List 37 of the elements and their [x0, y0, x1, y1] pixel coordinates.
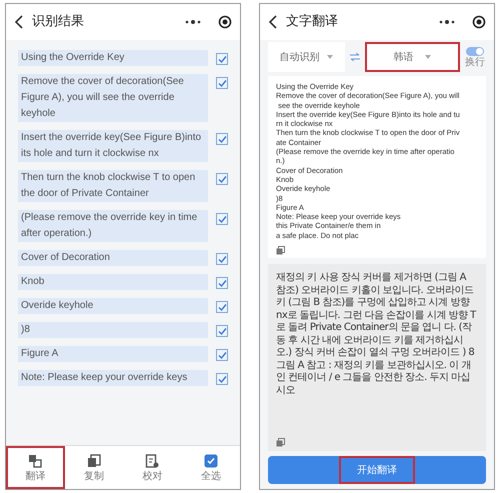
language-dropdown[interactable]: 自动识别 — [268, 42, 345, 72]
more-icon[interactable] — [184, 19, 202, 25]
caret-icon — [425, 55, 432, 59]
record-icon[interactable] — [218, 15, 232, 29]
copy-icon[interactable] — [276, 438, 285, 447]
toggle-switch[interactable] — [466, 46, 484, 56]
back-icon[interactable] — [268, 15, 278, 29]
toolbar-button[interactable]: 全选 — [182, 446, 240, 489]
page-title: 识别结果 — [32, 13, 84, 32]
more-icon[interactable] — [438, 19, 456, 25]
checkbox[interactable] — [216, 325, 228, 337]
toolbar-button[interactable]: 翻译 — [6, 446, 64, 489]
checkbox[interactable] — [216, 301, 228, 313]
checkbox[interactable] — [216, 213, 228, 225]
checkbox[interactable] — [216, 53, 228, 65]
document-check-icon — [145, 454, 160, 468]
translate-icon — [28, 454, 42, 468]
checkbox[interactable] — [216, 373, 228, 385]
translation-text: 재정의 키 사용 장식 커버를 제거하면 (그림 A 참조) 오버라이드 키홀이 보입니다. 오버라이드 키 (그림 B 참조)를 구멍에 삽입하고 시계 방향 nx로 돌립니다. 그런 다음 손잡이를 시계 방향 T로 돌려 Private Container의 문을 엽니 다. (작동 후 시간 내에 오버라이드 키를 제거하십시오.) 장식 커버 손잡이 열쇠 구멍 오버라이드 ) 8 그림 A 참고 : 재정의 키를 보관하십시오. 이 개인 컨테이너 / e 그들을 안전한 장소. 두지 마십시오 — [276, 272, 478, 397]
copy-icon[interactable] — [276, 246, 285, 255]
checkbox[interactable] — [216, 253, 228, 265]
toggle-label: 换行 — [465, 58, 485, 68]
record-icon[interactable] — [472, 15, 486, 29]
copy-icon — [86, 454, 101, 468]
toolbar-button[interactable]: 校对 — [123, 446, 182, 489]
toolbar-button[interactable]: 复制 — [64, 446, 123, 489]
start-translate-button[interactable]: 开始翻译 — [339, 456, 415, 484]
swap-icon[interactable] — [348, 53, 361, 61]
checkbox[interactable] — [216, 77, 228, 89]
checkbox[interactable] — [216, 349, 228, 361]
page-title: 文字翻译 — [286, 13, 338, 32]
language-dropdown[interactable]: 韩语 — [364, 42, 460, 72]
back-icon[interactable] — [14, 15, 24, 29]
checkbox[interactable] — [216, 277, 228, 289]
caret-icon — [327, 55, 334, 59]
checkbox[interactable] — [216, 173, 228, 185]
checkbox[interactable] — [216, 133, 228, 145]
